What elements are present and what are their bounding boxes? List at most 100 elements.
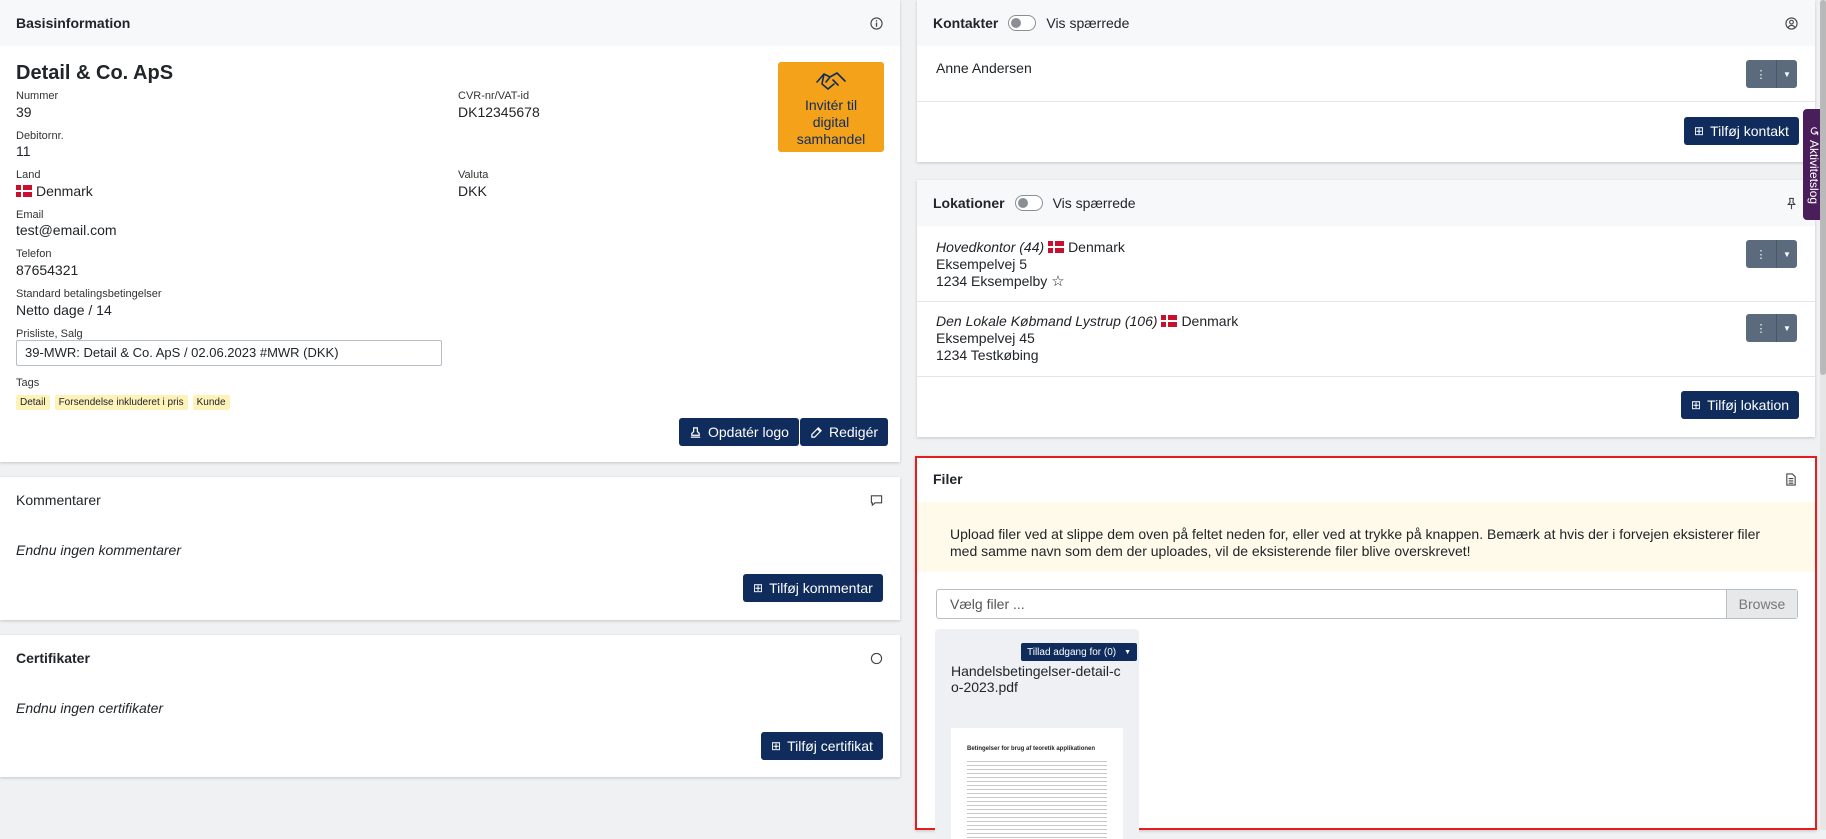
certificate-icon	[868, 650, 884, 666]
file-icon	[1783, 471, 1799, 487]
update-logo-button[interactable]: Opdatér logo	[679, 418, 799, 446]
access-dropdown[interactable]: Tillad adgang for (0) ▼	[1021, 643, 1138, 661]
kommentarer-panel: Kommentarer Endnu ingen kommentarer ⊞ Ti…	[0, 477, 900, 620]
kommentarer-header: Kommentarer	[0, 477, 900, 523]
add-contact-button[interactable]: ⊞ Tilføj kontakt	[1684, 117, 1799, 145]
history-icon: ↺	[1807, 125, 1821, 136]
location-name: Den Lokale Købmand Lystrup (106)	[936, 313, 1158, 329]
caret-down-icon[interactable]: ▼	[1777, 314, 1797, 342]
lokationer-header: Lokationer Vis spærrede	[917, 180, 1815, 226]
telefon-label: Telefon	[16, 248, 52, 260]
kontakter-divider	[917, 101, 1815, 102]
person-icon	[1783, 15, 1799, 31]
file-preview[interactable]: Betingelser for brug af teoretik applika…	[951, 728, 1123, 839]
add-comment-label: Tilføj kommentar	[769, 580, 873, 596]
certifikater-title: Certifikater	[16, 650, 90, 666]
land-label: Land	[16, 169, 41, 181]
invite-button[interactable]: Invitér til digital samhandel	[778, 62, 884, 152]
location-item[interactable]: Hovedkontor (44) Denmark Eksempelvej 5 1…	[936, 239, 1125, 290]
file-name[interactable]: Handelsbetingelser-detail-co-2023.pdf	[951, 663, 1121, 695]
kontakter-toggle-label: Vis spærrede	[1046, 15, 1130, 31]
debitor-value: 11	[16, 143, 31, 159]
add-comment-button[interactable]: ⊞ Tilføj kommentar	[743, 574, 883, 602]
plus-square-icon: ⊞	[1694, 124, 1705, 138]
land-value: Denmark	[16, 183, 93, 199]
filer-panel: Filer Upload filer ved at slippe dem ove…	[915, 456, 1817, 839]
land-text: Denmark	[36, 183, 93, 199]
lokationer-panel: Lokationer Vis spærrede Hovedkontor (44)…	[917, 180, 1815, 437]
add-location-button[interactable]: ⊞ Tilføj lokation	[1681, 391, 1800, 419]
location-city: 1234 Testkøbing	[936, 347, 1039, 363]
filer-header: Filer	[917, 458, 1815, 500]
debitor-label: Debitornr.	[16, 130, 64, 142]
cvr-value: DK12345678	[458, 104, 540, 120]
location-street: Eksempelvej 5	[936, 256, 1028, 272]
tag: Kunde	[192, 395, 230, 410]
edit-label: Redigér	[829, 424, 879, 440]
plus-square-icon: ⊞	[771, 739, 782, 753]
valuta-label: Valuta	[458, 169, 489, 181]
info-icon[interactable]	[868, 15, 884, 31]
location-item[interactable]: Den Lokale Købmand Lystrup (106) Denmark…	[936, 313, 1238, 364]
preview-heading: Betingelser for brug af teoretik applika…	[967, 746, 1096, 752]
caret-down-icon: ▼	[1124, 648, 1132, 656]
caret-down-icon[interactable]: ▼	[1777, 60, 1797, 88]
denmark-flag-icon	[1048, 241, 1065, 253]
tag: Detail	[16, 395, 50, 410]
access-label: Tillad adgang for (0)	[1027, 646, 1117, 658]
file-input[interactable]: Vælg filer ...	[937, 590, 1726, 618]
prisliste-select[interactable]: 39-MWR: Detail & Co. ApS / 02.06.2023 #M…	[16, 340, 442, 366]
show-blocked-contacts-toggle[interactable]	[1008, 15, 1037, 31]
lokationer-title: Lokationer	[933, 195, 1005, 211]
denmark-flag-icon	[16, 185, 32, 197]
kommentarer-title: Kommentarer	[16, 492, 101, 508]
show-blocked-locations-toggle[interactable]	[1014, 195, 1043, 211]
scrollbar-thumb[interactable]	[1820, 0, 1826, 375]
location-city: 1234 Eksempelby	[936, 273, 1048, 289]
caret-down-icon[interactable]: ▼	[1777, 240, 1797, 268]
comment-icon	[868, 492, 884, 508]
plus-square-icon: ⊞	[753, 581, 764, 595]
file-card[interactable]: Tillad adgang for (0) ▼ Handelsbetingelse…	[935, 629, 1139, 839]
edit-icon	[811, 426, 822, 438]
handshake-icon	[816, 72, 846, 90]
location-divider	[917, 301, 1815, 302]
more-options-icon[interactable]: ⋮	[1746, 60, 1777, 88]
invite-label: Invitér til digital samhandel	[796, 97, 866, 147]
location-divider	[917, 376, 1815, 377]
basisinformation-header: Basisinformation	[0, 0, 900, 46]
more-options-icon[interactable]: ⋮	[1746, 314, 1777, 342]
betaling-value: Netto dage / 14	[16, 302, 112, 318]
location-actions-dropdown[interactable]: ⋮ ▼	[1746, 314, 1797, 342]
stamp-icon	[690, 426, 701, 438]
preview-text-lines	[967, 758, 1107, 838]
contact-name[interactable]: Anne Andersen	[936, 60, 1032, 76]
more-options-icon[interactable]: ⋮	[1746, 240, 1777, 268]
kommentarer-empty: Endnu ingen kommentarer	[16, 542, 181, 558]
add-certificate-button[interactable]: ⊞ Tilføj certifikat	[761, 732, 883, 760]
nummer-value: 39	[16, 104, 32, 120]
lokationer-toggle-label: Vis spærrede	[1052, 195, 1136, 211]
page-scrollbar[interactable]	[1820, 0, 1826, 830]
certifikater-panel: Certifikater Endnu ingen certifikater ⊞ …	[0, 635, 900, 777]
file-chooser[interactable]: Vælg filer ... Browse	[936, 589, 1798, 619]
prisliste-value: 39-MWR: Detail & Co. ApS / 02.06.2023 #M…	[25, 345, 339, 360]
pin-icon	[1783, 195, 1799, 211]
location-actions-dropdown[interactable]: ⋮ ▼	[1746, 240, 1797, 268]
company-name: Detail & Co. ApS	[16, 62, 174, 84]
location-street: Eksempelvej 45	[936, 330, 1035, 346]
plus-square-icon: ⊞	[1691, 398, 1702, 412]
email-value: test@email.com	[16, 222, 117, 238]
kontakter-panel: Kontakter Vis spærrede Anne Andersen ⋮ ▼ …	[917, 0, 1815, 162]
contact-actions-dropdown[interactable]: ⋮ ▼	[1746, 60, 1797, 88]
cvr-label: CVR-nr/VAT-id	[458, 90, 530, 102]
kontakter-title: Kontakter	[933, 15, 999, 31]
star-icon[interactable]: ☆	[1051, 273, 1064, 290]
browse-button[interactable]: Browse	[1726, 590, 1797, 618]
tags-list: Detail Forsendelse inkluderet i pris Kunde	[16, 392, 235, 410]
edit-button[interactable]: Redigér	[800, 418, 889, 446]
upload-notice: Upload filer ved at slippe dem oven på f…	[917, 502, 1815, 572]
prisliste-label: Prisliste, Salg	[16, 328, 83, 340]
betaling-label: Standard betalingsbetingelser	[16, 288, 162, 300]
email-label: Email	[16, 209, 44, 221]
